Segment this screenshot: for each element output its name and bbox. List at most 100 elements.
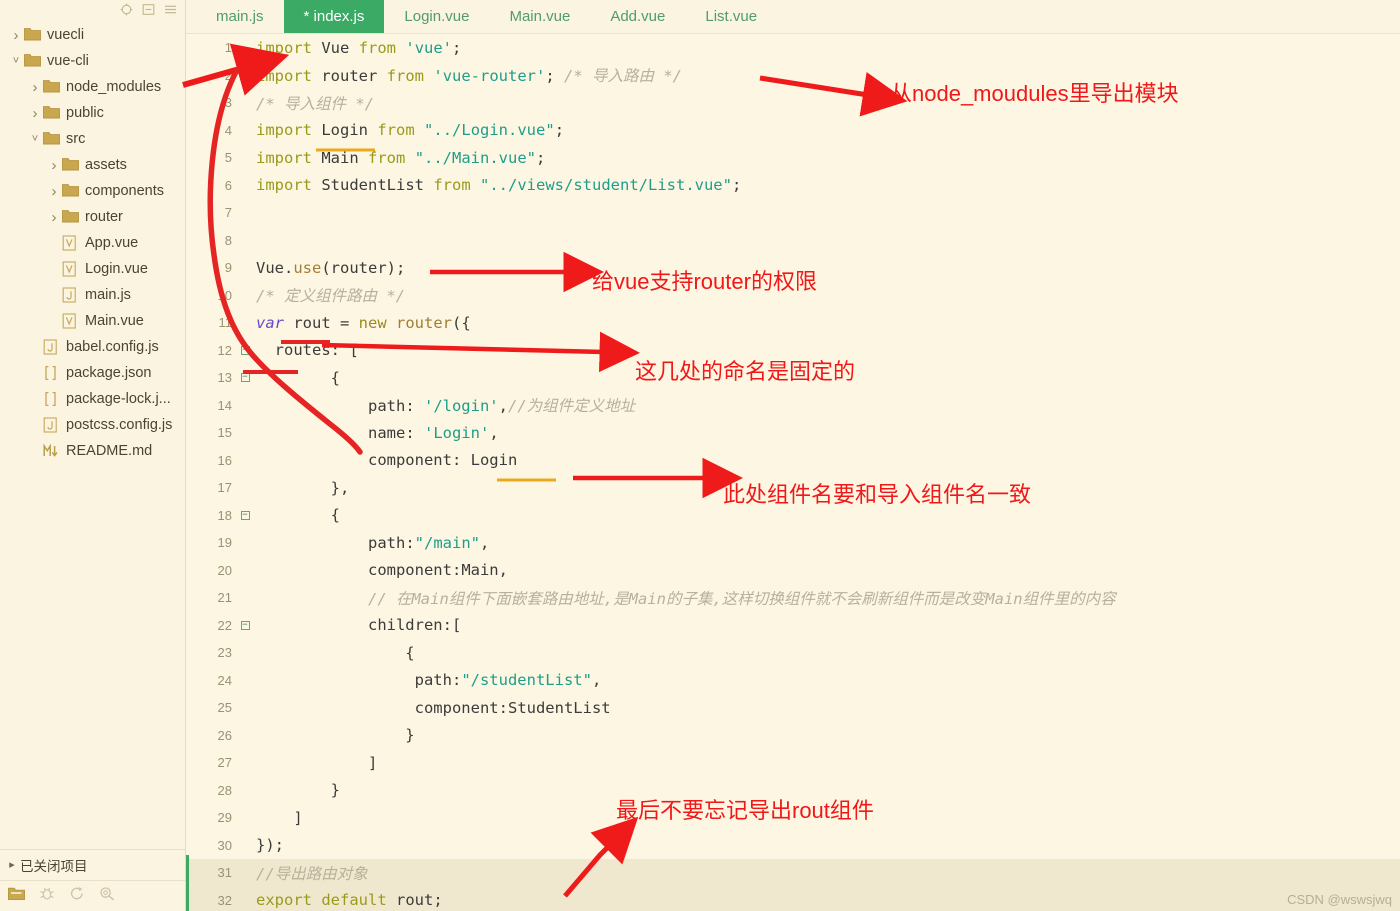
fold-collapse-icon[interactable]: − xyxy=(238,345,252,355)
tree-item-label: public xyxy=(66,105,104,121)
tab-list-vue[interactable]: List.vue xyxy=(685,0,777,33)
locate-target-icon[interactable] xyxy=(120,3,133,16)
tree-item-label: main.js xyxy=(85,287,131,303)
code-line[interactable]: 3 /* 导入组件 */ xyxy=(186,89,1400,117)
tree-item-app-vue[interactable]: App.vue xyxy=(0,230,185,256)
code-line[interactable]: 13− { xyxy=(186,364,1400,392)
tree-item-package-json[interactable]: package.json xyxy=(0,360,185,386)
options-menu-icon[interactable] xyxy=(164,3,177,16)
restart-icon[interactable] xyxy=(69,886,85,906)
code-line[interactable]: 23 { xyxy=(186,639,1400,667)
code-line[interactable]: 7 xyxy=(186,199,1400,227)
tree-item-postcss-config-js[interactable]: postcss.config.js xyxy=(0,412,185,438)
code-line[interactable]: 14 path: '/login',//为组件定义地址 xyxy=(186,392,1400,420)
markdown-file-icon xyxy=(43,443,61,459)
code-line[interactable]: 6 import StudentList from "../views/stude… xyxy=(186,172,1400,200)
code-line[interactable]: 5 import Main from "../Main.vue"; xyxy=(186,144,1400,172)
line-number: 20 xyxy=(217,562,232,578)
code-line[interactable]: 9 Vue.use(router); xyxy=(186,254,1400,282)
code-line[interactable]: 15 name: 'Login', xyxy=(186,419,1400,447)
line-number: 19 xyxy=(217,535,232,551)
tree-item-vuecli[interactable]: › vuecli xyxy=(0,22,185,48)
code-line[interactable]: 10 /* 定义组件路由 */ xyxy=(186,282,1400,310)
project-file-tree[interactable]: › vuecli ˅ vue-cli › node_modules › public ˅ src ›… xyxy=(0,18,185,849)
chevron-right-icon[interactable]: › xyxy=(46,158,62,173)
closed-projects-label: 已关闭项目 xyxy=(20,859,88,874)
project-icon[interactable] xyxy=(8,886,25,906)
code-line[interactable]: 21 // 在Main组件下面嵌套路由地址,是Main的子集,这样切换组件就不会… xyxy=(186,584,1400,612)
code-text: routes: [ xyxy=(256,341,359,360)
line-number: 17 xyxy=(217,480,232,496)
code-line[interactable]: 31 //导出路由对象 xyxy=(186,859,1400,887)
line-number: 31 xyxy=(217,865,232,881)
fold-collapse-icon[interactable]: − xyxy=(238,510,252,520)
vue-file-icon xyxy=(62,235,80,251)
inspect-icon[interactable] xyxy=(99,886,115,906)
tree-item-router[interactable]: › router xyxy=(0,204,185,230)
tree-item-main-js[interactable]: main.js xyxy=(0,282,185,308)
chevron-right-icon[interactable]: › xyxy=(46,184,62,199)
code-line[interactable]: 11 var rout = new router({ xyxy=(186,309,1400,337)
code-view[interactable]: 1 import Vue from 'vue'; 2 import router fr… xyxy=(186,34,1400,911)
code-line[interactable]: 18− { xyxy=(186,502,1400,530)
tab-index-js[interactable]: * index.js xyxy=(283,0,385,33)
code-line[interactable]: 22− children:[ xyxy=(186,612,1400,640)
line-number: 28 xyxy=(217,782,232,798)
code-line[interactable]: 8 xyxy=(186,227,1400,255)
code-text: ] xyxy=(256,808,303,827)
code-text: import StudentList from "../views/studen… xyxy=(256,176,742,195)
collapse-all-icon[interactable] xyxy=(142,3,155,16)
tree-item-label: App.vue xyxy=(85,235,139,251)
code-lines-container[interactable]: 1 import Vue from 'vue'; 2 import router fr… xyxy=(186,34,1400,911)
tree-item-public[interactable]: › public xyxy=(0,100,185,126)
code-line[interactable]: 19 path:"/main", xyxy=(186,529,1400,557)
code-line[interactable]: 17 }, xyxy=(186,474,1400,502)
code-line[interactable]: 28 } xyxy=(186,777,1400,805)
code-text: /* 导入组件 */ xyxy=(256,94,374,113)
code-line[interactable]: 4 import Login from "../Login.vue"; xyxy=(186,117,1400,145)
tab-login-vue[interactable]: Login.vue xyxy=(384,0,489,33)
line-number: 12 xyxy=(217,342,232,358)
tab-main-js[interactable]: main.js xyxy=(196,0,284,33)
chevron-down-icon[interactable]: ˅ xyxy=(27,133,43,145)
code-line[interactable]: 20 component:Main, xyxy=(186,557,1400,585)
tree-item-node-modules[interactable]: › node_modules xyxy=(0,74,185,100)
tree-item-login-vue[interactable]: Login.vue xyxy=(0,256,185,282)
tab-main-vue[interactable]: Main.vue xyxy=(489,0,590,33)
tree-item-vue-cli[interactable]: ˅ vue-cli xyxy=(0,48,185,74)
code-line[interactable]: 27 ] xyxy=(186,749,1400,777)
code-line[interactable]: 29 ] xyxy=(186,804,1400,832)
code-line[interactable]: 1 import Vue from 'vue'; xyxy=(186,34,1400,62)
chevron-right-icon[interactable]: › xyxy=(8,28,24,43)
tree-item-babel-config-js[interactable]: babel.config.js xyxy=(0,334,185,360)
debug-bug-icon[interactable] xyxy=(39,886,55,906)
chevron-down-icon[interactable]: ˅ xyxy=(8,55,24,67)
tree-item-main-vue[interactable]: Main.vue xyxy=(0,308,185,334)
tab-label: main.js xyxy=(216,8,264,25)
code-line[interactable]: 32 export default rout; xyxy=(186,886,1400,911)
tree-item-label: node_modules xyxy=(66,79,162,95)
tree-item-readme-md[interactable]: README.md xyxy=(0,438,185,464)
code-line[interactable]: 26 } xyxy=(186,722,1400,750)
tree-item-label: src xyxy=(66,131,86,147)
folder-icon xyxy=(62,209,80,225)
tab-add-vue[interactable]: Add.vue xyxy=(590,0,685,33)
fold-collapse-icon[interactable]: − xyxy=(238,620,252,630)
code-line[interactable]: 30}); xyxy=(186,832,1400,860)
code-line[interactable]: 25 component:StudentList xyxy=(186,694,1400,722)
chevron-right-icon[interactable]: › xyxy=(27,106,43,121)
code-text: export default rout; xyxy=(256,891,443,910)
chevron-right-icon[interactable]: › xyxy=(27,80,43,95)
code-line[interactable]: 24 path:"/studentList", xyxy=(186,667,1400,695)
tree-item-components[interactable]: › components xyxy=(0,178,185,204)
code-line[interactable]: 12− routes: [ xyxy=(186,337,1400,365)
tree-item-assets[interactable]: › assets xyxy=(0,152,185,178)
editor-tab-bar[interactable]: main.js * index.js Login.vue Main.vue Add.vu… xyxy=(186,0,1400,34)
closed-projects-section[interactable]: ▸ 已关闭项目 xyxy=(0,849,185,880)
code-line[interactable]: 16 component: Login xyxy=(186,447,1400,475)
fold-collapse-icon[interactable]: − xyxy=(238,373,252,383)
tree-item-src[interactable]: ˅ src xyxy=(0,126,185,152)
code-line[interactable]: 2 import router from 'vue-router'; /* 导入路… xyxy=(186,62,1400,90)
tree-item-package-lock-j-[interactable]: package-lock.j... xyxy=(0,386,185,412)
chevron-right-icon[interactable]: › xyxy=(46,210,62,225)
